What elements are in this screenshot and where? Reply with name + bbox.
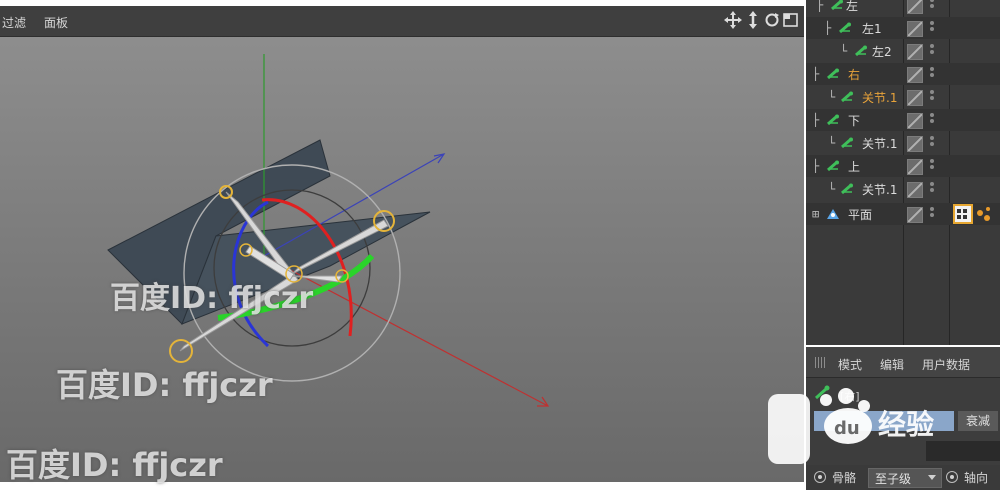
tab-user-data[interactable]: 用户数据 (922, 356, 970, 373)
grip-icon[interactable] (815, 357, 827, 368)
visibility-dots-icon[interactable] (930, 0, 934, 12)
mode-dropdown-value: 至子级 (875, 472, 912, 486)
tab-mode[interactable]: 模式 (838, 356, 862, 373)
layer-toggle-icon[interactable] (907, 207, 923, 223)
bone-icon (827, 114, 839, 126)
object-manager: ├ 左 ├ 左1 └ 左2 ├ 右 └ 关节.1 ├ 下 └ 关节.1 ├ 上 └ 关节.1 ⊞ 平面 (806, 0, 1000, 345)
tree-branch-line[interactable]: └ (828, 132, 835, 154)
mode-dropdown[interactable]: 至子级 (868, 468, 942, 488)
tree-branch-line[interactable]: ├ (812, 109, 819, 131)
tree-row[interactable]: └ 左2 (806, 40, 1000, 62)
watermark-text: 百度ID: ffjczr (6, 446, 223, 484)
axis-radio[interactable] (946, 471, 958, 483)
tree-item-label: 左 (846, 0, 859, 13)
tree-row[interactable]: ├ 上 (806, 155, 1000, 177)
visibility-dots-icon[interactable] (930, 159, 934, 173)
tree-branch-line[interactable]: ├ (824, 17, 831, 39)
tree-branch-line[interactable]: └ (828, 86, 835, 108)
tree-row[interactable]: ├ 右 (806, 63, 1000, 85)
tree-item-label: 左1 (862, 22, 882, 36)
tree-branch-line[interactable]: ├ (816, 0, 823, 16)
tree-branch-line[interactable]: └ (840, 40, 847, 62)
tree-item-label: 上 (848, 160, 861, 174)
visibility-dots-icon[interactable] (930, 44, 934, 58)
bone-icon (831, 0, 843, 11)
tree-row[interactable]: └ 关节.1 (806, 178, 1000, 200)
layer-toggle-icon[interactable] (907, 44, 923, 60)
tree-branch-line[interactable]: ├ (812, 63, 819, 85)
visibility-dots-icon[interactable] (930, 21, 934, 35)
tree-item-label: 平面 (848, 208, 873, 222)
tree-item-label: 下 (848, 114, 861, 128)
tree-item-label: 左2 (872, 45, 892, 59)
layer-toggle-icon[interactable] (907, 113, 923, 129)
svg-text:du: du (834, 418, 860, 439)
joint-bottom (169, 339, 193, 363)
bone-icon (839, 22, 851, 34)
tree-row[interactable]: └ 关节.1 (806, 132, 1000, 154)
3d-viewport[interactable]: 过滤 面板 (0, 6, 804, 482)
tree-row[interactable]: └ 关节.1 (806, 86, 1000, 108)
attribute-tabs: 模式 编辑 用户数据 (806, 347, 1000, 378)
tree-item-label: 关节.1 (862, 91, 898, 105)
bone-label: 骨骼 (832, 471, 857, 485)
tree-row[interactable]: ├ 左1 (806, 17, 1000, 39)
layer-toggle-icon[interactable] (907, 21, 923, 37)
layer-toggle-icon[interactable] (907, 159, 923, 175)
bone-icon (827, 160, 839, 172)
tag-icons[interactable] (952, 204, 996, 226)
screenshot-frame: 过滤 面板 ├ 左 ├ 左1 └ 左2 ├ 右 └ 关节.1 ├ 下 └ 关节.… (0, 0, 1000, 490)
baidu-logo: du 经验 (768, 388, 934, 464)
tree-item-label: 关节.1 (862, 137, 898, 151)
layer-toggle-icon[interactable] (907, 136, 923, 152)
tree-branch-line[interactable]: └ (828, 178, 835, 200)
bone-icon (841, 137, 853, 149)
bone-icon (841, 91, 853, 103)
baidu-logo-text: 经验 (878, 408, 934, 441)
tree-branch-line[interactable]: ⊞ (812, 203, 819, 225)
bone-radio[interactable] (814, 471, 826, 483)
bone-icon (827, 68, 839, 80)
tree-item-label: 关节.1 (862, 183, 898, 197)
visibility-dots-icon[interactable] (930, 136, 934, 150)
layer-toggle-icon[interactable] (907, 90, 923, 106)
visibility-dots-icon[interactable] (930, 113, 934, 127)
bone-icon (841, 183, 853, 195)
visibility-dots-icon[interactable] (930, 207, 934, 221)
axis-label: 轴向 (964, 471, 989, 485)
layer-toggle-icon[interactable] (907, 67, 923, 83)
tree-row[interactable]: ├ 左 (806, 0, 1000, 16)
plane-icon (827, 209, 839, 219)
visibility-dots-icon[interactable] (930, 182, 934, 196)
watermark-text: 百度ID: ffjczr (110, 281, 314, 316)
visibility-dots-icon[interactable] (930, 90, 934, 104)
layer-toggle-icon[interactable] (907, 0, 923, 14)
chevron-down-icon (928, 475, 936, 480)
tree-branch-line[interactable]: ├ (812, 155, 819, 177)
tree-item-label: 右 (848, 68, 861, 82)
tab-edit[interactable]: 编辑 (880, 356, 904, 373)
tree-row[interactable]: ├ 下 (806, 109, 1000, 131)
scene-render[interactable] (0, 6, 804, 482)
watermark-text: 百度ID: ffjczr (56, 366, 273, 404)
layer-toggle-icon[interactable] (907, 182, 923, 198)
bone-icon (855, 45, 867, 57)
visibility-dots-icon[interactable] (930, 67, 934, 81)
